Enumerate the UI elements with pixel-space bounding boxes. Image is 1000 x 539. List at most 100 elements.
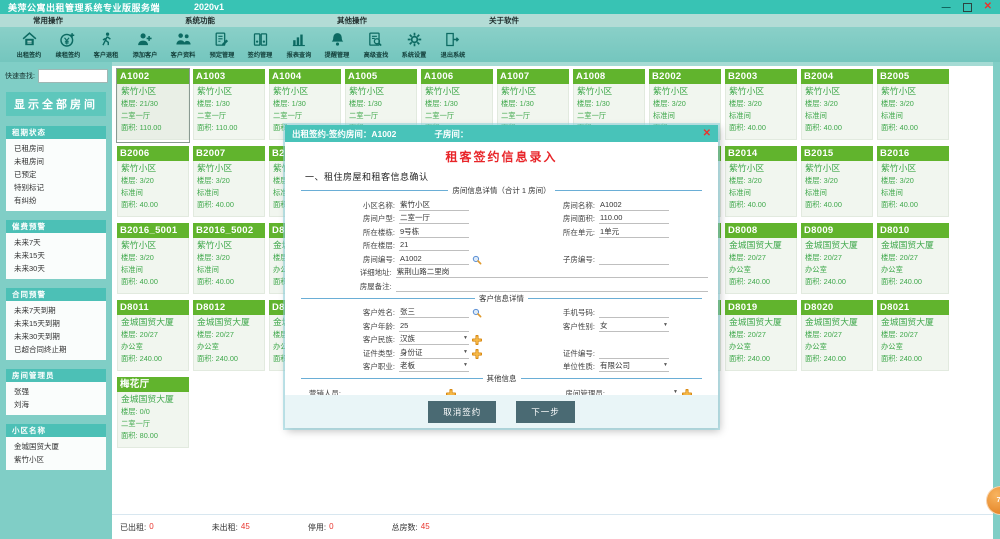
add-icon[interactable] <box>472 349 482 359</box>
chevron-down-icon[interactable] <box>663 363 668 368</box>
toolbar-button-3[interactable]: 客户退租 <box>87 27 126 62</box>
field-input[interactable]: 紫荆山路二里岗 <box>396 266 708 278</box>
room-card[interactable]: D8012金城国贸大厦楼层: 20/27办公室面积: 240.00 <box>193 300 265 373</box>
sidebar-item[interactable]: 未来15天到期 <box>6 317 106 330</box>
room-card[interactable]: B2007紫竹小区楼层: 3/20标准间面积: 40.00 <box>193 146 265 219</box>
show-all-rooms-button[interactable]: 显示全部房间 <box>6 92 106 116</box>
chevron-down-icon[interactable] <box>663 323 668 328</box>
room-card-body: 紫竹小区楼层: 3/20标准间面积: 40.00 <box>725 161 797 217</box>
sidebar-item[interactable]: 未来15天 <box>6 249 106 262</box>
chevron-down-icon[interactable] <box>463 350 468 355</box>
menu-item-1[interactable]: 常用操作 <box>33 15 185 26</box>
room-card[interactable]: B2004紫竹小区楼层: 3/20标准间面积: 40.00 <box>801 69 873 142</box>
room-card[interactable]: D8019金城国贸大厦楼层: 20/27办公室面积: 240.00 <box>725 300 797 373</box>
sidebar-item[interactable]: 未来7天到期 <box>6 304 106 317</box>
field-input[interactable]: 老板 <box>399 360 469 372</box>
room-card-type: 二室一厅 <box>197 110 264 122</box>
room-card[interactable]: B2006紫竹小区楼层: 3/20标准间面积: 40.00 <box>117 146 189 219</box>
field-input[interactable]: 9号栋 <box>399 226 469 238</box>
room-card[interactable]: B2003紫竹小区楼层: 3/20标准间面积: 40.00 <box>725 69 797 142</box>
sidebar-item[interactable]: 已预定 <box>6 168 106 181</box>
toolbar-button-6[interactable]: 预定管理 <box>203 27 242 62</box>
cancel-sign-button[interactable]: 取消签约 <box>428 401 496 423</box>
field-input[interactable]: A1002 <box>399 253 469 265</box>
field-input[interactable]: 紫竹小区 <box>399 199 469 211</box>
field-input[interactable]: 女 <box>599 320 669 332</box>
minimize-icon[interactable] <box>942 3 951 12</box>
search-icon[interactable] <box>472 308 482 318</box>
room-card[interactable]: B2016紫竹小区楼层: 3/20标准间面积: 40.00 <box>877 146 949 219</box>
sidebar-item[interactable]: 张强 <box>6 385 106 398</box>
toolbar-button-11[interactable]: 系统设置 <box>395 27 434 62</box>
room-card[interactable]: D8008金城国贸大厦楼层: 20/27办公室面积: 240.00 <box>725 223 797 296</box>
room-card[interactable]: D8009金城国贸大厦楼层: 20/27办公室面积: 240.00 <box>801 223 873 296</box>
chevron-down-icon[interactable] <box>463 336 468 341</box>
room-card[interactable]: B2015紫竹小区楼层: 3/20标准间面积: 40.00 <box>801 146 873 219</box>
chevron-down-icon[interactable] <box>463 363 468 368</box>
room-card[interactable]: 梅花厅金城国贸大厦楼层: 0/0二室一厅面积: 80.00 <box>117 377 189 450</box>
toolbar-button-9[interactable]: 提醒管理 <box>318 27 357 62</box>
dialog-close-icon[interactable] <box>703 129 711 139</box>
maximize-icon[interactable] <box>963 3 972 12</box>
toolbar-button-label: 预定管理 <box>209 49 234 59</box>
field-input[interactable]: 二室一厅 <box>399 212 469 224</box>
toolbar-button-1[interactable]: 出租签约 <box>10 27 49 62</box>
room-card[interactable]: D8020金城国贸大厦楼层: 20/27办公室面积: 240.00 <box>801 300 873 373</box>
chevron-down-icon[interactable] <box>673 390 678 395</box>
menu-item-3[interactable]: 其他操作 <box>337 15 489 26</box>
dialog-field-row: 客户职业:老板单位性质:有限公司 <box>295 359 708 373</box>
room-card[interactable]: D8010金城国贸大厦楼层: 20/27办公室面积: 240.00 <box>877 223 949 296</box>
menu-item-2[interactable]: 系统功能 <box>185 15 337 26</box>
sidebar-item[interactable]: 未来30天 <box>6 262 106 275</box>
search-icon[interactable] <box>472 255 482 265</box>
field-input[interactable]: 张三 <box>399 306 469 318</box>
next-step-button[interactable]: 下一步 <box>516 401 575 423</box>
sidebar-item[interactable]: 有纠纷 <box>6 194 106 207</box>
field-input[interactable]: A1002 <box>599 199 669 211</box>
toolbar-button-2[interactable]: 续租签约 <box>49 27 88 62</box>
quick-search-input[interactable] <box>38 69 108 83</box>
field-label: 客户年龄: <box>307 321 399 332</box>
menu-item-4[interactable]: 关于软件 <box>489 15 641 26</box>
close-icon[interactable] <box>984 2 992 12</box>
room-card-body: 金城国贸大厦楼层: 20/27办公室面积: 240.00 <box>117 315 189 371</box>
field-input[interactable]: 110.00 <box>599 212 669 224</box>
field-input[interactable]: 21 <box>399 239 469 251</box>
field-input[interactable] <box>396 280 708 292</box>
room-card[interactable]: B2005紫竹小区楼层: 3/20标准间面积: 40.00 <box>877 69 949 142</box>
room-card[interactable]: D8011金城国贸大厦楼层: 20/27办公室面积: 240.00 <box>117 300 189 373</box>
room-card-type: 标准间 <box>805 187 872 199</box>
field-input[interactable]: 有限公司 <box>599 360 669 372</box>
sidebar-item[interactable]: 未来30天到期 <box>6 330 106 343</box>
room-card[interactable]: D8021金城国贸大厦楼层: 20/27办公室面积: 240.00 <box>877 300 949 373</box>
field-input[interactable]: 汉族 <box>399 333 469 345</box>
add-icon[interactable] <box>472 335 482 345</box>
field-input[interactable] <box>599 347 669 359</box>
sidebar-item[interactable]: 紫竹小区 <box>6 453 106 466</box>
field-input[interactable] <box>599 306 669 318</box>
sidebar-item[interactable]: 未租房间 <box>6 155 106 168</box>
field-input[interactable]: 1单元 <box>599 226 669 238</box>
toolbar-button-8[interactable]: 报表查询 <box>280 27 319 62</box>
toolbar-button-10[interactable]: 高级查找 <box>357 27 396 62</box>
sidebar-item[interactable]: 特别标记 <box>6 181 106 194</box>
toolbar-button-7[interactable]: 签约管理 <box>241 27 280 62</box>
sidebar-item[interactable]: 已超合同终止期 <box>6 343 106 356</box>
field-input <box>599 240 669 251</box>
toolbar-button-12[interactable]: 退出系统 <box>434 27 473 62</box>
sidebar-item[interactable]: 刘海 <box>6 398 106 411</box>
sidebar-item[interactable]: 未来7天 <box>6 236 106 249</box>
room-card[interactable]: B2016_5001紫竹小区楼层: 3/20标准间面积: 40.00 <box>117 223 189 296</box>
room-card[interactable]: A1003紫竹小区楼层: 1/30二室一厅面积: 110.00 <box>193 69 265 142</box>
status-label: 停用: <box>308 522 326 533</box>
toolbar-button-5[interactable]: 客户资料 <box>164 27 203 62</box>
room-card[interactable]: A1002紫竹小区楼层: 21/30二室一厅面积: 110.00 <box>117 69 189 142</box>
sidebar-item[interactable]: 已租房间 <box>6 142 106 155</box>
room-card[interactable]: B2016_5002紫竹小区楼层: 3/20标准间面积: 40.00 <box>193 223 265 296</box>
field-input[interactable]: 25 <box>399 320 469 332</box>
sidebar-item[interactable]: 金城国贸大厦 <box>6 440 106 453</box>
field-input[interactable] <box>599 253 669 265</box>
room-card[interactable]: B2014紫竹小区楼层: 3/20标准间面积: 40.00 <box>725 146 797 219</box>
field-input[interactable]: 身份证 <box>399 347 469 359</box>
toolbar-button-4[interactable]: 添加客户 <box>126 27 165 62</box>
